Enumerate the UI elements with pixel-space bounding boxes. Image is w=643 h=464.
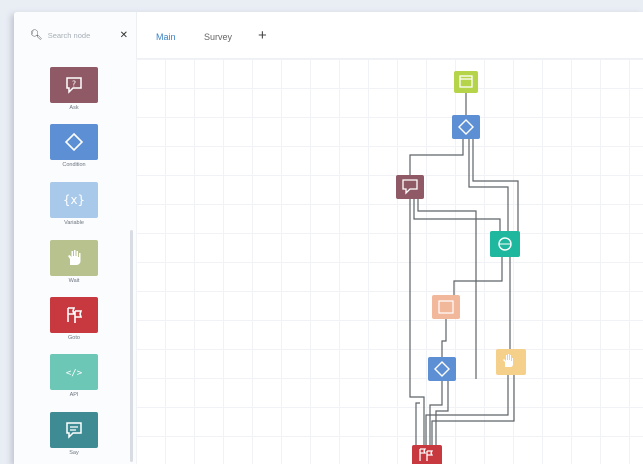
hand-icon xyxy=(68,250,81,265)
close-icon[interactable]: ✕ xyxy=(120,30,128,41)
palette-tile-variable[interactable]: {x} xyxy=(50,182,98,218)
diamond-icon xyxy=(64,132,84,152)
flow-node-variable[interactable] xyxy=(432,295,460,319)
code-icon: </> xyxy=(66,369,83,379)
flow-canvas[interactable] xyxy=(136,59,643,464)
sidebar-scrollbar[interactable] xyxy=(130,230,133,462)
plus-icon[interactable]: + xyxy=(258,27,267,44)
palette-tile-wait[interactable] xyxy=(50,240,98,276)
tab-main[interactable]: Main xyxy=(156,32,176,42)
search-box[interactable]: 🔍︎ ✕ xyxy=(26,24,132,46)
palette-tile-condition[interactable] xyxy=(50,124,98,160)
tab-bar: Main Survey + xyxy=(136,12,643,59)
palette-tile-ask[interactable]: ? xyxy=(50,67,98,103)
palette-tile-say[interactable] xyxy=(50,412,98,448)
search-input[interactable] xyxy=(47,30,110,40)
palette-label-variable: Variable xyxy=(64,220,84,226)
flow-connectors xyxy=(409,93,519,445)
palette-label-ask: Ask xyxy=(69,105,79,111)
flow-node-start[interactable] xyxy=(454,71,478,93)
node-palette-sidebar: 🔍︎ ✕ ? Ask Condition {x} Variable xyxy=(14,12,137,464)
flow-node-condition[interactable] xyxy=(452,115,480,139)
palette-label-api: API xyxy=(69,392,79,398)
palette-tile-goto[interactable] xyxy=(50,297,98,333)
chat-icon xyxy=(66,422,82,439)
search-icon: 🔍︎ xyxy=(30,29,43,41)
palette-tile-api[interactable]: </> xyxy=(50,354,98,390)
flow-node-condition-2[interactable] xyxy=(428,357,456,381)
tab-survey[interactable]: Survey xyxy=(204,32,244,42)
question-bubble-icon: ? xyxy=(66,77,82,94)
svg-text:</>: </> xyxy=(66,369,83,379)
svg-text:?: ? xyxy=(72,80,76,89)
svg-text:{x}: {x} xyxy=(64,193,84,207)
flow-node-ask[interactable] xyxy=(396,175,424,199)
flags-icon xyxy=(67,307,83,323)
palette-label-say: Say xyxy=(69,450,79,456)
braces-icon: {x} xyxy=(64,193,84,207)
palette-label-wait: Wait xyxy=(68,278,80,284)
app-window: 🔍︎ ✕ ? Ask Condition {x} Variable xyxy=(14,12,643,464)
palette-label-condition: Condition xyxy=(62,162,86,168)
palette-label-goto: Goto xyxy=(68,335,80,341)
flow-graph xyxy=(396,71,526,464)
